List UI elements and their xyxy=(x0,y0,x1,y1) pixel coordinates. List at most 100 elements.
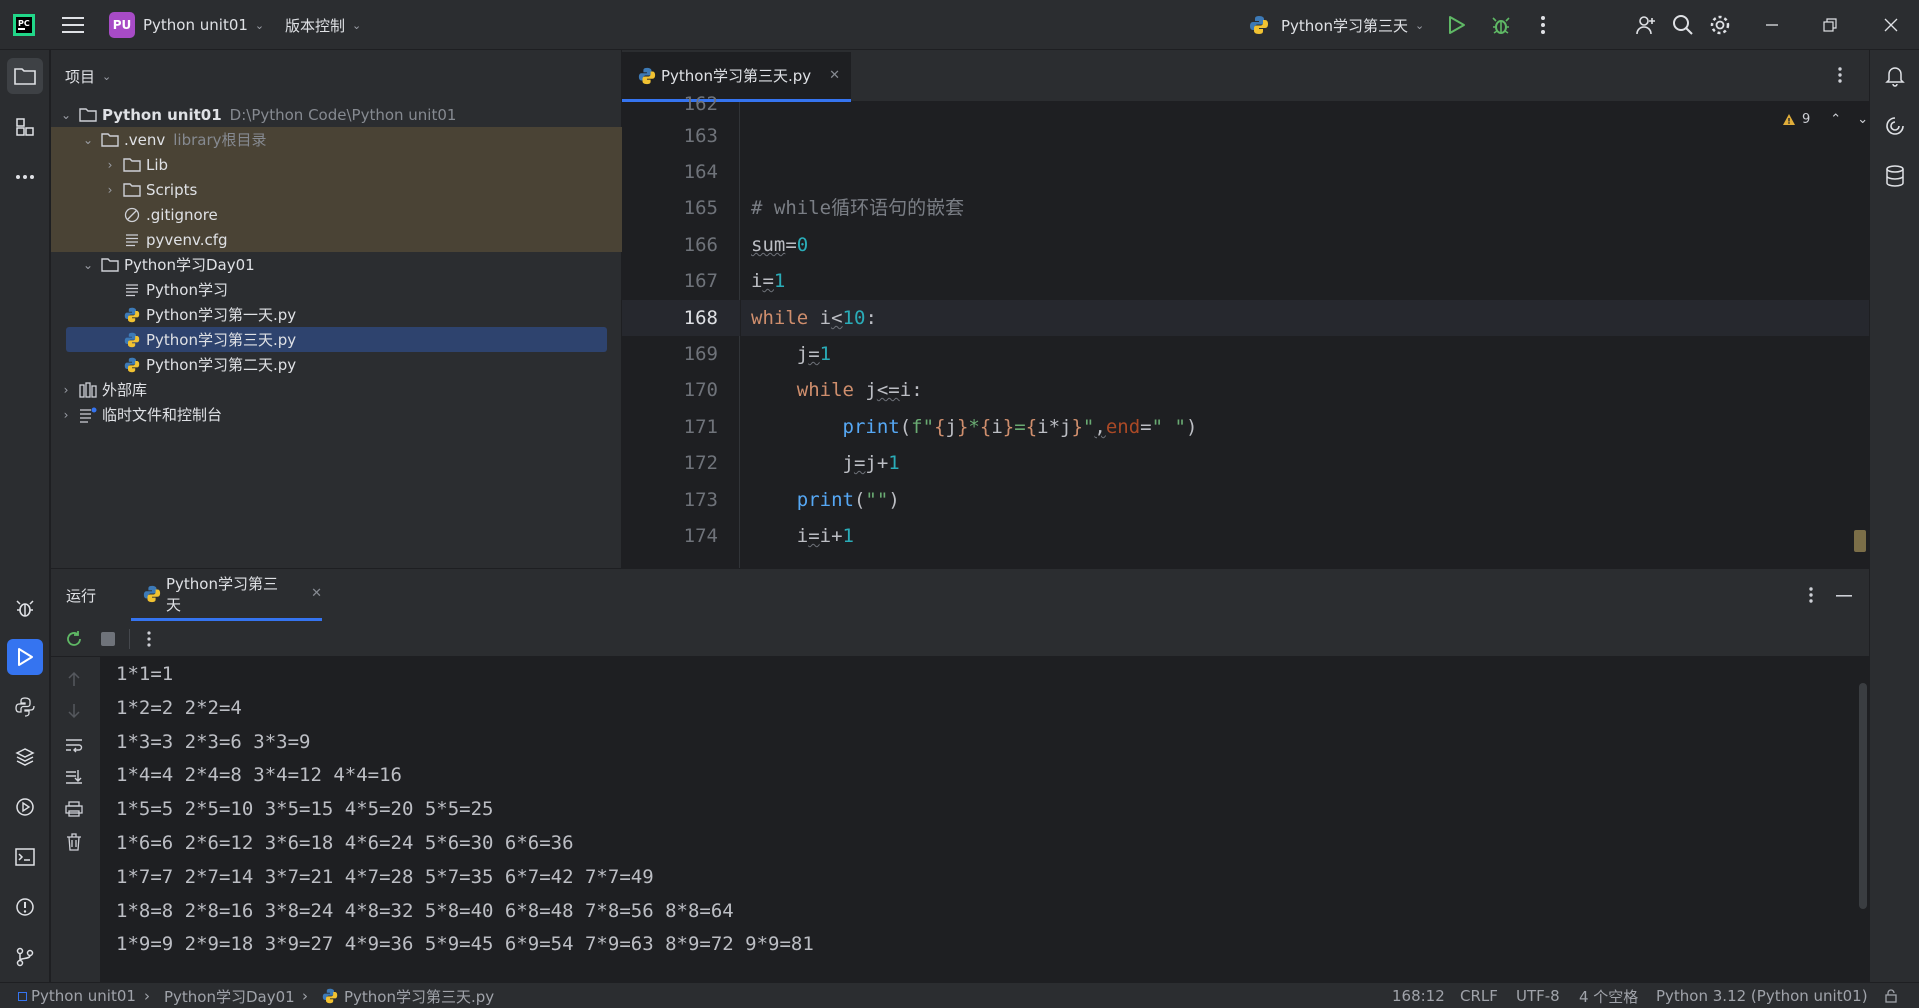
tree-item-lib[interactable]: › Lib xyxy=(51,152,622,177)
code-area[interactable]: # while循环语句的嵌套 sum=0 i=1 while i<10: j=1… xyxy=(741,102,1869,568)
line-separator[interactable]: CRLF xyxy=(1460,983,1498,1008)
scroll-to-end-icon[interactable] xyxy=(65,769,83,785)
more-run-actions-icon[interactable] xyxy=(146,630,152,648)
tree-day-folder[interactable]: ⌄ Python学习Day01 xyxy=(51,252,622,277)
output-line: 1*9=9 2*9=18 3*9=27 4*9=36 5*9=45 6*9=54… xyxy=(116,933,814,955)
chevron-right-icon[interactable]: › xyxy=(103,158,117,172)
vcs-menu[interactable]: 版本控制 ⌄ xyxy=(285,0,361,50)
caret-position[interactable]: 168:12 xyxy=(1392,983,1445,1008)
services-icon[interactable] xyxy=(7,789,43,825)
breadcrumb-folder[interactable]: Python学习Day01 xyxy=(164,983,295,1008)
chevron-down-icon[interactable]: ⌄ xyxy=(81,258,95,272)
project-panel-header[interactable]: 项目 ⌄ xyxy=(65,50,111,102)
tree-item-label: Scripts xyxy=(146,180,198,199)
line-number: 173 xyxy=(683,489,718,511)
project-folder-icon[interactable] xyxy=(7,58,43,94)
tree-scratches[interactable]: › 临时文件和控制台 xyxy=(51,402,622,427)
settings-gear-icon[interactable] xyxy=(1709,0,1731,50)
line-number: 172 xyxy=(683,452,718,474)
more-tools-icon[interactable] xyxy=(7,159,43,195)
current-line-highlight xyxy=(741,300,1869,336)
chevron-right-icon[interactable]: › xyxy=(59,383,73,397)
ai-assistant-icon[interactable] xyxy=(1877,108,1913,144)
folder-icon xyxy=(123,182,141,198)
more-actions-icon[interactable] xyxy=(1540,0,1546,50)
print-icon[interactable] xyxy=(65,801,83,817)
clear-trash-icon[interactable] xyxy=(66,833,82,851)
python-file-icon xyxy=(123,357,141,373)
tree-venv-folder[interactable]: ⌄ .venv library根目录 xyxy=(51,127,622,152)
restore-window-icon[interactable] xyxy=(1823,0,1837,50)
venv-name: .venv xyxy=(124,130,166,149)
tree-root-folder[interactable]: ⌄ Python unit01 D:\Python Code\Python un… xyxy=(51,102,622,127)
tree-item-day1[interactable]: Python学习第一天.py xyxy=(51,302,622,327)
python-interpreter[interactable]: Python 3.12 (Python unit01) xyxy=(1656,983,1868,1008)
notifications-bell-icon[interactable] xyxy=(1877,58,1913,94)
line-number: 166 xyxy=(683,234,718,256)
line-number: 174 xyxy=(683,525,718,547)
breadcrumb-project[interactable]: Python unit01 xyxy=(18,983,136,1008)
tree-item-day2[interactable]: Python学习第二天.py xyxy=(51,352,622,377)
structure-icon[interactable] xyxy=(7,109,43,145)
close-tab-icon[interactable]: ✕ xyxy=(311,586,322,601)
tree-item-python-study[interactable]: Python学习 xyxy=(51,277,622,302)
terminal-icon[interactable] xyxy=(7,839,43,875)
debug-tool-icon[interactable] xyxy=(7,590,43,626)
folder-icon xyxy=(101,257,119,273)
chevron-down-icon[interactable]: ⌄ xyxy=(1857,112,1868,127)
run-tool-icon[interactable] xyxy=(7,639,43,675)
python-file-icon xyxy=(123,307,141,323)
tree-item-day3-selected[interactable]: Python学习第三天.py xyxy=(66,327,607,352)
chevron-right-icon: › xyxy=(302,987,308,1005)
chevron-right-icon[interactable]: › xyxy=(103,183,117,197)
vcs-label: 版本控制 xyxy=(285,16,346,35)
python-packages-icon[interactable] xyxy=(7,739,43,775)
pycharm-logo-icon[interactable]: PC xyxy=(12,0,36,50)
database-icon[interactable] xyxy=(1877,158,1913,194)
file-encoding[interactable]: UTF-8 xyxy=(1516,983,1560,1008)
python-console-icon[interactable] xyxy=(7,689,43,725)
run-options-icon[interactable] xyxy=(1808,586,1814,604)
indent-setting[interactable]: 4 个空格 xyxy=(1579,983,1638,1008)
close-tab-icon[interactable]: ✕ xyxy=(829,68,840,83)
console-scrollbar[interactable] xyxy=(1859,683,1867,909)
tree-item-scripts[interactable]: › Scripts xyxy=(51,177,622,202)
scroll-marker[interactable] xyxy=(1854,530,1866,552)
project-switcher[interactable]: PU Python unit01 ⌄ xyxy=(109,0,264,50)
chevron-down-icon[interactable]: ⌄ xyxy=(59,108,73,122)
stop-icon[interactable] xyxy=(101,632,115,646)
inspection-widget[interactable]: 9 ⌃ ⌄ xyxy=(1782,112,1868,127)
main-menu-icon[interactable] xyxy=(62,0,84,50)
code-editor: Python学习第三天.py ✕ 162 163 164 165 166 167… xyxy=(622,50,1869,568)
tree-item-gitignore[interactable]: .gitignore xyxy=(51,202,622,227)
lock-icon[interactable] xyxy=(1884,983,1898,1008)
search-icon[interactable] xyxy=(1672,0,1694,50)
run-tab[interactable]: Python学习第三天 ✕ xyxy=(131,569,322,621)
debug-button[interactable] xyxy=(1490,0,1512,50)
run-button[interactable] xyxy=(1448,0,1466,50)
chevron-right-icon[interactable]: › xyxy=(59,408,73,422)
folder-icon xyxy=(123,157,141,173)
warning-icon xyxy=(1783,114,1795,125)
chevron-down-icon[interactable]: ⌄ xyxy=(81,133,95,147)
tab-options-icon[interactable] xyxy=(1837,66,1843,84)
warning-count: 9 xyxy=(1802,112,1811,127)
rerun-icon[interactable] xyxy=(65,630,83,648)
chevron-up-icon[interactable]: ⌃ xyxy=(1830,112,1841,127)
tree-item-pyvenv[interactable]: pyvenv.cfg xyxy=(51,227,622,252)
arrow-up-icon[interactable] xyxy=(67,671,81,687)
run-config-selector[interactable]: Python学习第三天 ⌄ xyxy=(1248,0,1424,50)
project-tool-window: 项目 ⌄ ⌄ Python unit01 D:\Python Code\Pyth… xyxy=(51,50,622,568)
console-output[interactable]: 1*1=1 1*2=2 2*2=4 1*3=3 2*3=6 3*3=9 1*4=… xyxy=(100,657,1869,983)
arrow-down-icon[interactable] xyxy=(67,703,81,719)
code-line: sum=0 xyxy=(751,234,809,256)
minimize-window-icon[interactable] xyxy=(1765,0,1779,50)
add-user-icon[interactable] xyxy=(1635,0,1657,50)
problems-icon[interactable] xyxy=(7,889,43,925)
breadcrumb-file[interactable]: Python学习第三天.py xyxy=(321,983,494,1008)
tree-external-libraries[interactable]: › 外部库 xyxy=(51,377,622,402)
close-window-icon[interactable] xyxy=(1884,0,1898,50)
soft-wrap-icon[interactable] xyxy=(65,737,83,753)
hide-panel-icon[interactable] xyxy=(1836,595,1852,597)
git-branch-icon[interactable] xyxy=(7,939,43,975)
